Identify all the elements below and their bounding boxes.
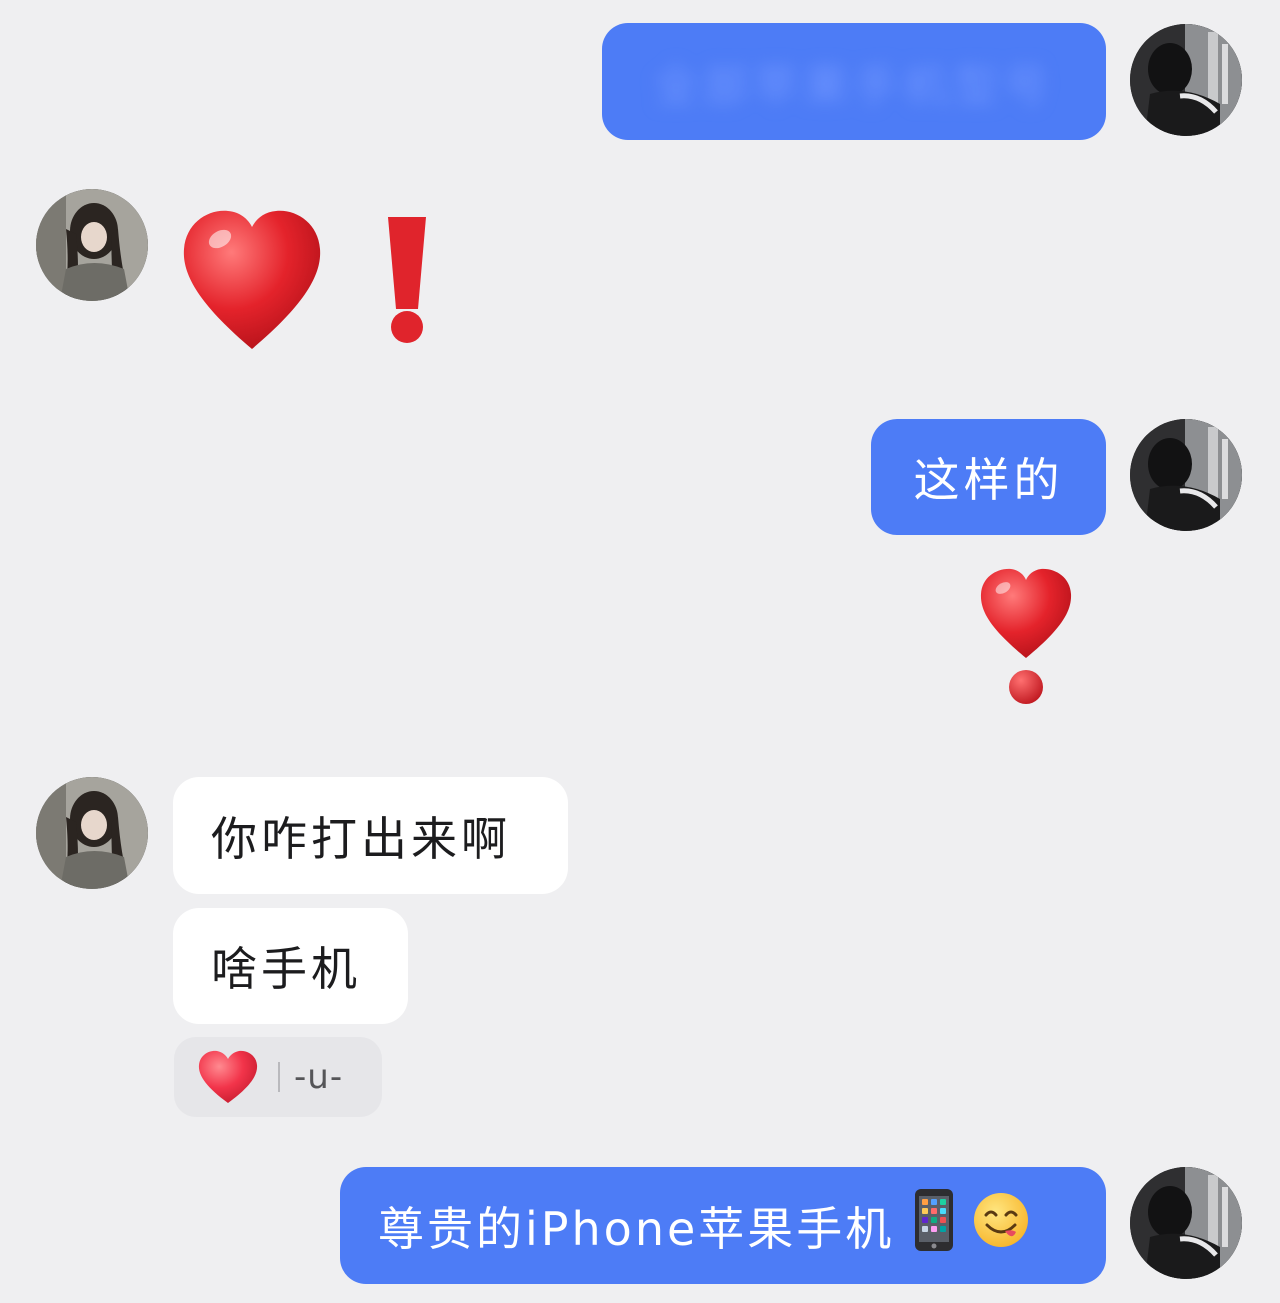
message-text: 啥手机 [211,942,361,996]
yum-face-emoji [972,1191,1030,1260]
self-avatar[interactable] [1130,419,1242,531]
self-avatar[interactable] [1130,1167,1242,1279]
blurred-message-text: 全部苹果手机型号 [654,60,1054,112]
mobile-phone-emoji [914,1188,954,1263]
chat-thread: 全部苹果手机型号 这样的 你咋打出来啊 啥手机 -u- 尊贵的iPhone苹果手… [0,0,1280,1303]
heart-icon [196,1049,260,1105]
message-text: 你咋打出来啊 [211,811,511,866]
message-reaction[interactable]: -u- [174,1037,382,1117]
message-text: 尊贵的iPhone苹果手机 [378,1201,895,1256]
self-avatar[interactable] [1130,24,1242,136]
message-text: 这样的 [913,453,1064,507]
message-bubble-self[interactable]: 尊贵的iPhone苹果手机 [340,1167,1106,1284]
message-bubble-other[interactable]: 你咋打出来啊 [173,777,568,894]
other-avatar[interactable] [36,777,148,889]
other-avatar[interactable] [36,189,148,301]
reaction-divider [278,1062,280,1092]
reaction-text: -u- [294,1057,344,1097]
heavy-heart-exclamation-emoji[interactable] [978,566,1074,706]
message-bubble-other[interactable]: 啥手机 [173,908,408,1024]
message-bubble-self[interactable]: 这样的 [871,419,1106,535]
message-bubble-self-blurred[interactable]: 全部苹果手机型号 [602,23,1106,140]
heart-exclamation-emoji[interactable] [180,205,440,355]
